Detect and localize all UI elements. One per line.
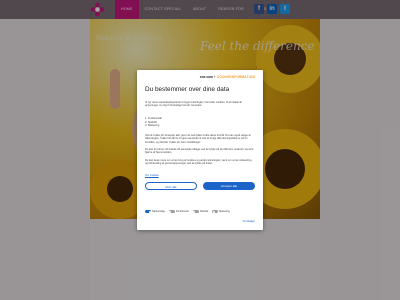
consent-purposes: 1. Funktionelle 2. Statistik 3. Marketin… — [145, 117, 162, 128]
consent-body-3: Du kan læse mere om vores brug af cookie… — [145, 159, 252, 166]
consent-body-1: Ved at trykke på 'Accepter alle' giver d… — [145, 134, 251, 144]
consent-body-2: Du kan til enhver tid trække dit samtykk… — [145, 148, 254, 155]
brand-separator-icon: + — [213, 75, 216, 79]
toggle-functional[interactable]: Funktionelle — [168, 210, 189, 213]
toggle-label: Marketing — [219, 210, 230, 213]
consent-toggles: Nødvendige Funktionelle Statistik Market… — [145, 210, 230, 213]
toggle-label: Funktionelle — [175, 210, 189, 213]
toggle-switch-icon[interactable] — [145, 210, 151, 213]
about-cookies-link[interactable]: Om cookies — [145, 174, 159, 177]
toggle-switch-icon[interactable] — [212, 210, 219, 213]
purpose-item: 3. Marketing — [145, 124, 160, 128]
toggle-switch-icon[interactable] — [168, 210, 175, 213]
toggle-switch-icon[interactable] — [192, 210, 199, 213]
brand-one-com: one.com — [199, 75, 213, 79]
toggle-statistics[interactable]: Statistik — [192, 210, 209, 213]
cookie-consent-dialog: one.com + COOKIEINFORMATION Du bestemmer… — [137, 70, 263, 230]
consent-intro: Vi og vores samarbejdspartnere bruger te… — [145, 101, 242, 108]
consent-brand: one.com + COOKIEINFORMATION — [200, 75, 255, 79]
toggle-marketing[interactable]: Marketing — [212, 210, 230, 213]
toggle-label: Statistik — [199, 210, 209, 213]
consent-title: Du bestemmer over dine data — [145, 86, 230, 93]
deny-all-button[interactable]: Afvis alle — [145, 182, 197, 190]
brand-cookieinformation: COOKIEINFORMATION — [216, 75, 255, 79]
toggle-label: Nødvendige — [152, 210, 165, 213]
show-details-link[interactable]: Vis detaljer — [242, 220, 255, 223]
accept-all-button[interactable]: Accepter alle — [203, 182, 255, 190]
toggle-necessary[interactable]: Nødvendige — [145, 210, 165, 213]
